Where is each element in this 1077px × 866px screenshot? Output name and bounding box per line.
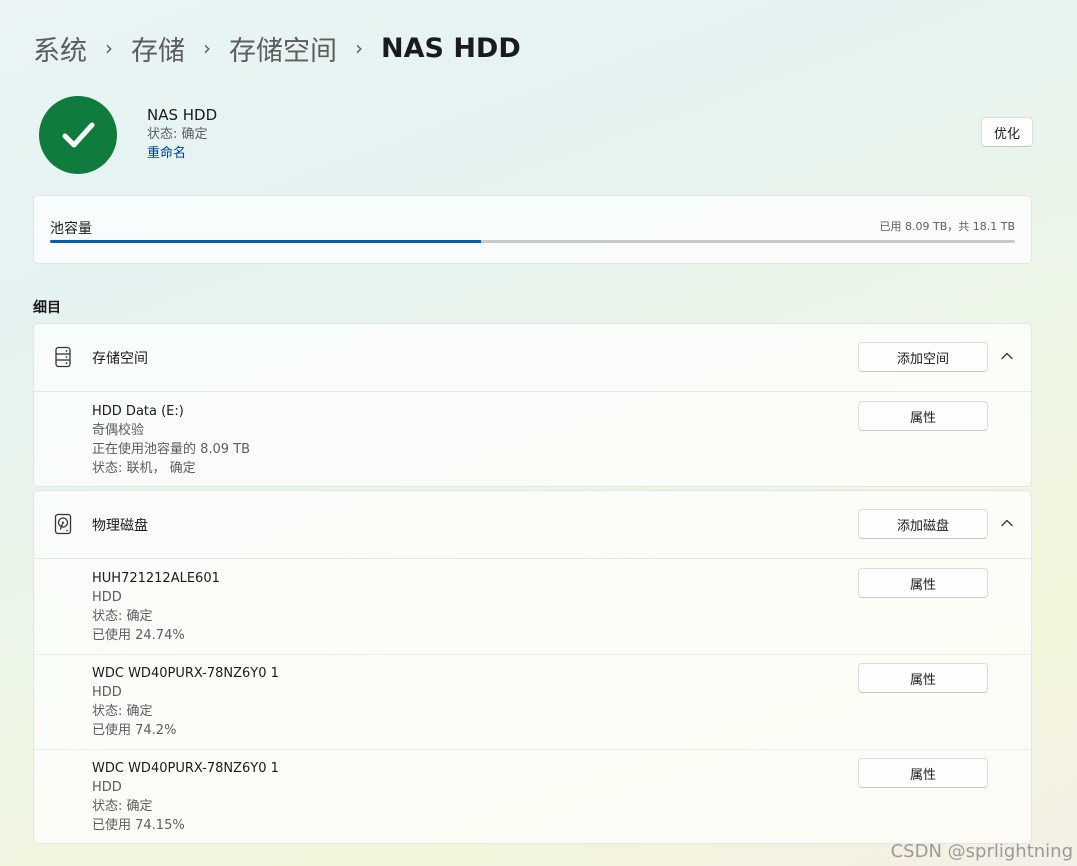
breadcrumb-system[interactable]: 系统 xyxy=(33,29,87,68)
disk-type: HDD xyxy=(92,590,122,605)
storage-server-icon xyxy=(55,346,71,368)
physical-disks-title: 物理磁盘 xyxy=(92,518,148,534)
storage-space-row: HDD Data (E:) 奇偶校验 正在使用池容量的 8.09 TB 状态: … xyxy=(34,392,1031,488)
pool-status: 状态: 确定 xyxy=(147,127,208,142)
disk-row: HUH721212ALE601 HDD 状态: 确定 已使用 24.74% 属性 xyxy=(34,559,1031,654)
chevron-up-icon[interactable] xyxy=(999,515,1015,531)
disk-name: WDC WD40PURX-78NZ6Y0 1 xyxy=(92,666,279,681)
storage-space-name: HDD Data (E:) xyxy=(92,404,184,419)
pool-status-check-icon xyxy=(39,96,117,174)
add-disk-button[interactable]: 添加磁盘 xyxy=(858,509,988,539)
disk-properties-button[interactable]: 属性 xyxy=(858,568,988,598)
disk-row: WDC WD40PURX-78NZ6Y0 1 HDD 状态: 确定 已使用 74… xyxy=(34,749,1031,844)
checkmark-icon xyxy=(62,122,95,148)
chevron-up-icon[interactable] xyxy=(999,348,1015,364)
disk-name: HUH721212ALE601 xyxy=(92,571,220,586)
disk-details: WDC WD40PURX-78NZ6Y0 1 HDD 状态: 确定 已使用 74… xyxy=(92,664,279,740)
capacity-text: 已用 8.09 TB，共 18.1 TB xyxy=(879,220,1015,233)
disk-used: 已使用 74.15% xyxy=(92,818,185,833)
storage-space-properties-button[interactable]: 属性 xyxy=(858,401,988,431)
disk-name: WDC WD40PURX-78NZ6Y0 1 xyxy=(92,761,279,776)
disk-row: WDC WD40PURX-78NZ6Y0 1 HDD 状态: 确定 已使用 74… xyxy=(34,654,1031,749)
disk-status: 状态: 确定 xyxy=(92,704,153,719)
capacity-label: 池容量 xyxy=(50,221,92,237)
storage-space-details: HDD Data (E:) 奇偶校验 正在使用池容量的 8.09 TB 状态: … xyxy=(92,402,250,478)
physical-disks-header[interactable]: 物理磁盘 添加磁盘 xyxy=(34,491,1031,559)
storage-spaces-title: 存储空间 xyxy=(92,351,148,367)
disk-properties-button[interactable]: 属性 xyxy=(858,758,988,788)
pool-name: NAS HDD xyxy=(147,106,218,124)
breadcrumb: 系统 › 存储 › 存储空间 › NAS HDD xyxy=(33,28,521,68)
physical-disks-card: 物理磁盘 添加磁盘 HUH721212ALE601 HDD 状态: 确定 已使用… xyxy=(33,490,1032,844)
disk-properties-button[interactable]: 属性 xyxy=(858,663,988,693)
breadcrumb-separator: › xyxy=(203,36,211,60)
watermark: CSDN @sprlightning xyxy=(890,841,1073,862)
storage-spaces-card: 存储空间 添加空间 HDD Data (E:) 奇偶校验 正在使用池容量的 8.… xyxy=(33,323,1032,487)
capacity-card: 池容量 已用 8.09 TB，共 18.1 TB xyxy=(33,195,1032,264)
storage-space-usage: 正在使用池容量的 8.09 TB xyxy=(92,442,251,457)
storage-spaces-header[interactable]: 存储空间 添加空间 xyxy=(34,324,1031,392)
storage-space-resiliency: 奇偶校验 xyxy=(92,423,145,438)
page-title: NAS HDD xyxy=(381,32,521,64)
disk-used: 已使用 24.74% xyxy=(92,628,185,643)
capacity-bar xyxy=(50,240,1015,243)
disk-details: WDC WD40PURX-78NZ6Y0 1 HDD 状态: 确定 已使用 74… xyxy=(92,759,279,835)
breadcrumb-storage-spaces[interactable]: 存储空间 xyxy=(229,29,337,68)
storage-space-status: 状态: 联机， 确定 xyxy=(92,461,196,476)
disk-details: HUH721212ALE601 HDD 状态: 确定 已使用 24.74% xyxy=(92,569,220,645)
optimize-button[interactable]: 优化 xyxy=(981,117,1033,147)
disk-type: HDD xyxy=(92,685,122,700)
hard-disk-icon xyxy=(54,513,72,535)
disk-used: 已使用 74.2% xyxy=(92,723,177,738)
rename-link[interactable]: 重命名 xyxy=(147,144,217,163)
disk-status: 状态: 确定 xyxy=(92,609,153,624)
disk-type: HDD xyxy=(92,780,122,795)
add-space-button[interactable]: 添加空间 xyxy=(858,342,988,372)
pool-info: NAS HDD 状态: 确定 重命名 xyxy=(147,106,217,163)
breadcrumb-storage[interactable]: 存储 xyxy=(131,29,185,68)
capacity-bar-fill xyxy=(50,240,482,243)
details-heading: 细目 xyxy=(33,300,61,316)
breadcrumb-separator: › xyxy=(355,36,363,60)
disk-status: 状态: 确定 xyxy=(92,799,153,814)
breadcrumb-separator: › xyxy=(105,36,113,60)
